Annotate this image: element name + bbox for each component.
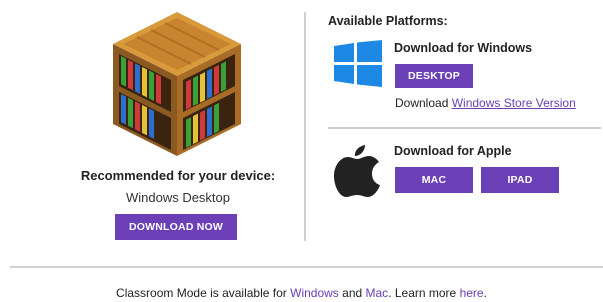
bottom-divider [10, 266, 603, 268]
download-windows-title: Download for Windows [394, 41, 533, 55]
footer-middle: . Learn more [388, 286, 460, 300]
footer-mac-link[interactable]: Mac [366, 286, 389, 300]
desktop-button[interactable]: DESKTOP [395, 64, 473, 88]
recommended-title: Recommended for your device: [80, 168, 276, 183]
footer-prefix: Classroom Mode is available for [116, 286, 291, 300]
download-now-button[interactable]: DOWNLOAD NOW [115, 214, 237, 240]
vertical-divider [304, 12, 306, 241]
footer-suffix: . [483, 286, 487, 300]
recommended-panel: Recommended for your device: Windows Des… [60, 0, 296, 250]
recommended-device: Windows Desktop [125, 190, 231, 205]
footer-and: and [338, 286, 366, 300]
mac-button[interactable]: MAC [395, 167, 473, 193]
platforms-divider [328, 127, 601, 129]
windows-store-link[interactable]: Windows Store Version [452, 96, 576, 110]
footer-windows-link[interactable]: Windows [290, 286, 339, 300]
windows-logo-icon [334, 40, 382, 87]
footer-here-link[interactable]: here [460, 286, 484, 300]
bookshelf-block-icon [113, 12, 241, 156]
classroom-mode-footer: Classroom Mode is available for Windows … [0, 286, 603, 300]
platforms-panel: Available Platforms: Download for Window… [328, 0, 603, 250]
available-platforms-heading: Available Platforms: [328, 14, 448, 28]
ipad-button[interactable]: IPAD [481, 167, 559, 193]
store-prefix: Download [395, 96, 452, 110]
store-line: Download Windows Store Version [395, 96, 576, 110]
apple-logo-icon [334, 145, 380, 197]
download-apple-title: Download for Apple [394, 144, 512, 158]
